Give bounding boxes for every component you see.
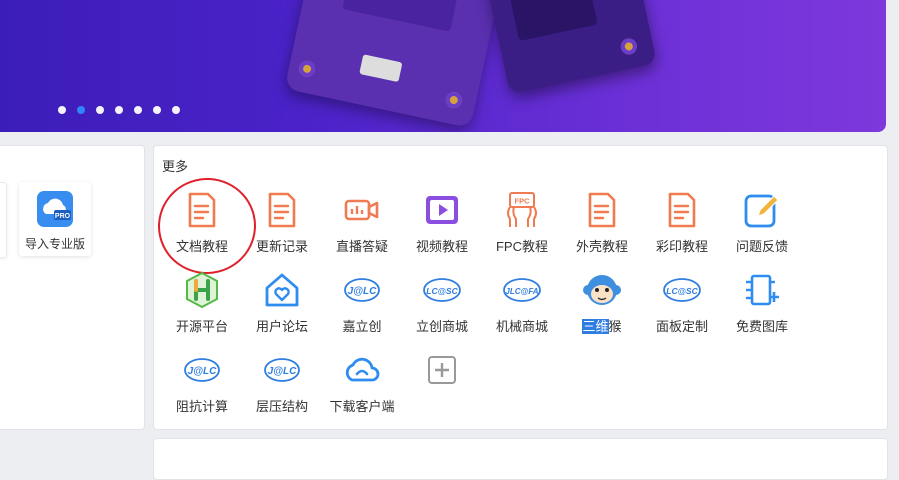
item-label: 层压结构: [255, 399, 308, 414]
oshw-icon: [186, 271, 218, 309]
home-heart-icon: [265, 273, 299, 307]
item-label: 更新记录: [255, 239, 308, 254]
import-pro-tile[interactable]: PRO 导入专业版: [19, 182, 91, 256]
pcb-board-image: [483, 0, 657, 95]
item-changelog[interactable]: 更新记录: [242, 186, 322, 266]
monkey-mascot-icon: [583, 275, 621, 305]
component-library-icon: [746, 274, 779, 306]
item-label: 直播答疑: [335, 239, 388, 254]
lcsc-text: LC@SC: [666, 286, 698, 296]
jlc-logo-icon: J@LC: [184, 358, 220, 382]
lcsc-text: LC@SC: [426, 286, 458, 296]
selected-text: 三维: [582, 319, 609, 334]
item-label: 文档教程: [175, 239, 228, 254]
item-live-qa[interactable]: 直播答疑: [322, 186, 402, 266]
jlc-text: J@LC: [268, 366, 297, 377]
edit-feedback-icon: [744, 194, 779, 228]
section-title: 更多: [162, 159, 189, 174]
more-panel: 更多 文档教程 更新记录 直播答疑 视频教程 FPC FPC教程 外壳教程 彩印…: [151, 145, 888, 430]
item-label: 问题反馈: [735, 239, 788, 254]
item-label: 下载客户端: [329, 399, 395, 414]
item-label: FPC教程: [495, 239, 548, 254]
label-rest: 猴: [608, 319, 622, 334]
changelog-icon: [268, 192, 296, 228]
carousel-indicators: [58, 106, 180, 114]
item-lcsc-mall[interactable]: LC@SC 立创商城: [402, 266, 482, 346]
item-label: 用户论坛: [255, 319, 308, 334]
item-open-source[interactable]: 开源平台: [162, 266, 242, 346]
left-panel: PRO 导入专业版: [0, 145, 145, 430]
carousel-dot[interactable]: [115, 106, 123, 114]
fpc-text: FPC: [515, 197, 531, 206]
item-label: 免费图库: [735, 319, 788, 334]
jlc-text: J@LC: [348, 286, 377, 297]
item-case-tutorial[interactable]: 外壳教程: [562, 186, 642, 266]
item-impedance-calc[interactable]: J@LC 阻抗计算: [162, 346, 242, 426]
carousel-dot[interactable]: [96, 106, 104, 114]
bottom-panel: [153, 438, 888, 480]
more-grid: 文档教程 更新记录 直播答疑 视频教程 FPC FPC教程 外壳教程 彩印教程 …: [151, 171, 802, 426]
add-shortcut-button[interactable]: [402, 346, 482, 426]
jlc-logo-icon: J@LC: [264, 358, 300, 382]
item-label: 阻抗计算: [175, 399, 228, 414]
video-play-icon: [426, 196, 458, 224]
carousel-dot[interactable]: [153, 106, 161, 114]
lcsc-logo-icon: LC@SC: [423, 278, 461, 302]
item-panel-custom[interactable]: LC@SC 面板定制: [642, 266, 722, 346]
item-label: 嘉立创: [342, 319, 382, 334]
item-fpc-tutorial[interactable]: FPC FPC教程: [482, 186, 562, 266]
item-mech-mall[interactable]: JLC@FA 机械商城: [482, 266, 562, 346]
item-user-forum[interactable]: 用户论坛: [242, 266, 322, 346]
item-doc-tutorial[interactable]: 文档教程: [151, 171, 263, 281]
item-label: 机械商城: [495, 319, 548, 334]
document-icon: [668, 192, 696, 228]
pro-badge-text: PRO: [55, 213, 71, 220]
carousel-dot[interactable]: [134, 106, 142, 114]
add-icon: [428, 356, 456, 384]
item-free-library[interactable]: 免费图库: [722, 266, 802, 346]
item-label: 彩印教程: [655, 239, 708, 254]
item-label: 视频教程: [415, 239, 468, 254]
item-stackup[interactable]: J@LC 层压结构: [242, 346, 322, 426]
item-label: 外壳教程: [575, 239, 628, 254]
item-label: 开源平台: [175, 319, 228, 334]
import-pro-label: 导入专业版: [24, 237, 85, 251]
item-video-tutorial[interactable]: 视频教程: [402, 186, 482, 266]
carousel-dot[interactable]: [172, 106, 180, 114]
tile-partial[interactable]: [0, 182, 7, 258]
cloud-pro-icon: PRO: [37, 191, 73, 227]
item-3d-monkey[interactable]: 三维猴: [562, 266, 642, 346]
item-feedback[interactable]: 问题反馈: [722, 186, 802, 266]
carousel-dot[interactable]: [58, 106, 66, 114]
pcb-board-image: [284, 0, 502, 129]
item-color-print-tutorial[interactable]: 彩印教程: [642, 186, 722, 266]
carousel-dot-active[interactable]: [77, 106, 85, 114]
live-camera-icon: [344, 199, 379, 221]
item-label: 面板定制: [655, 319, 708, 334]
lcsc-logo-icon: LC@SC: [663, 278, 701, 302]
document-icon: [188, 192, 216, 228]
jlc-logo-icon: J@LC: [344, 278, 380, 302]
promo-banner[interactable]: [0, 0, 886, 132]
document-icon: [588, 192, 616, 228]
jlc-text: J@LC: [188, 366, 217, 377]
cloud-download-icon: [345, 357, 380, 382]
item-jlc[interactable]: J@LC 嘉立创: [322, 266, 402, 346]
jlcfa-logo-icon: JLC@FA: [503, 278, 541, 302]
item-label: 立创商城: [415, 319, 468, 334]
jlcfa-text: JLC@FA: [505, 287, 538, 296]
fpc-icon: FPC: [507, 192, 537, 227]
item-download-client[interactable]: 下载客户端: [322, 346, 402, 426]
item-label: 三维猴: [562, 316, 642, 335]
